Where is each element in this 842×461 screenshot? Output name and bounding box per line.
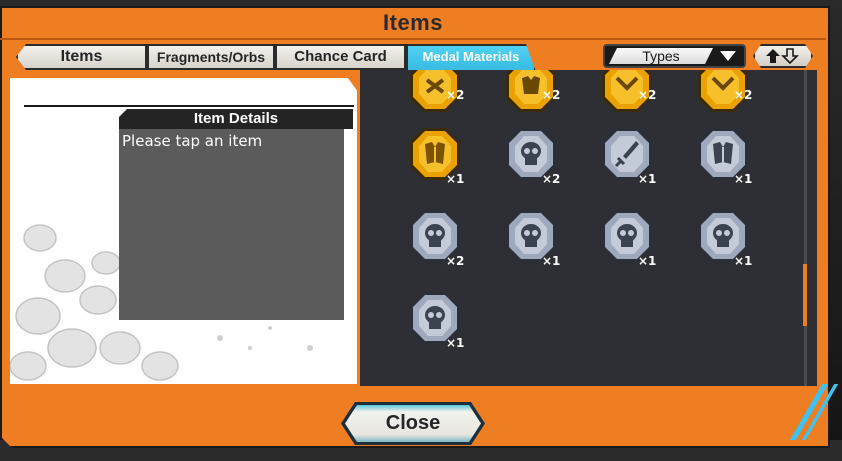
tab-items[interactable]: Items <box>16 44 147 70</box>
item-details-body: Please tap an item <box>119 129 344 320</box>
medal-quantity: ×1 <box>638 172 657 186</box>
medal-quantity: ×1 <box>446 172 465 186</box>
close-button-label: Close <box>385 412 441 434</box>
scrollbar-thumb[interactable] <box>803 264 807 326</box>
medal-item[interactable]: ×1 <box>600 208 656 268</box>
medal-quantity: ×1 <box>638 254 657 268</box>
medal-item[interactable]: ×2 <box>504 70 561 114</box>
medal-quantity: ×2 <box>446 254 465 268</box>
medal-item[interactable]: ×2 <box>408 70 465 114</box>
medal-material-grid[interactable]: ×2 ×2 ×2 ×2 ×1 ×2 ×1 ×1 ×2 ×1 ×1 ×1 ×1 <box>360 70 817 386</box>
sort-order-button[interactable] <box>753 44 813 68</box>
medal-item[interactable]: ×2 <box>408 208 464 268</box>
sort-arrows-icon <box>753 44 813 68</box>
close-button[interactable]: Close <box>341 402 485 445</box>
medal-quantity: ×1 <box>446 336 465 350</box>
medal-item[interactable]: ×1 <box>696 126 752 186</box>
medal-item[interactable]: ×1 <box>696 208 752 268</box>
dialog-title: Items <box>383 10 443 35</box>
tab-chance-card[interactable]: Chance Card <box>275 44 406 70</box>
item-details-header: Item Details <box>119 109 353 129</box>
item-detail-panel: Item Details Please tap an item <box>10 78 358 384</box>
medal-item[interactable]: ×2 <box>600 70 657 114</box>
medal-item[interactable]: ×2 <box>696 70 753 114</box>
item-details-placeholder: Please tap an item <box>122 132 263 150</box>
medal-item[interactable]: ×1 <box>408 290 464 350</box>
detail-top-line <box>24 105 354 107</box>
chevron-down-icon <box>720 51 736 61</box>
medal-item[interactable]: ×1 <box>504 208 560 268</box>
medal-quantity: ×2 <box>734 88 753 102</box>
types-dropdown[interactable]: Types <box>603 44 746 68</box>
close-button-face: Close <box>345 405 481 442</box>
item-details-title: Item Details <box>193 110 279 127</box>
dialog-title-bar: Items <box>0 8 826 38</box>
tab-fragments-orbs[interactable]: Fragments/Orbs <box>147 44 275 70</box>
medal-quantity: ×1 <box>734 254 753 268</box>
title-divider <box>0 38 826 40</box>
medal-quantity: ×1 <box>542 254 561 268</box>
medal-quantity: ×2 <box>542 88 561 102</box>
medal-quantity: ×2 <box>542 172 561 186</box>
types-label: Types <box>609 48 713 64</box>
medal-quantity: ×2 <box>446 88 465 102</box>
medal-item[interactable]: ×1 <box>600 126 656 186</box>
medal-quantity: ×2 <box>638 88 657 102</box>
medal-item[interactable]: ×1 <box>408 126 464 186</box>
medal-quantity: ×1 <box>734 172 753 186</box>
medal-item[interactable]: ×2 <box>504 126 560 186</box>
scrollbar-track[interactable] <box>804 70 807 386</box>
